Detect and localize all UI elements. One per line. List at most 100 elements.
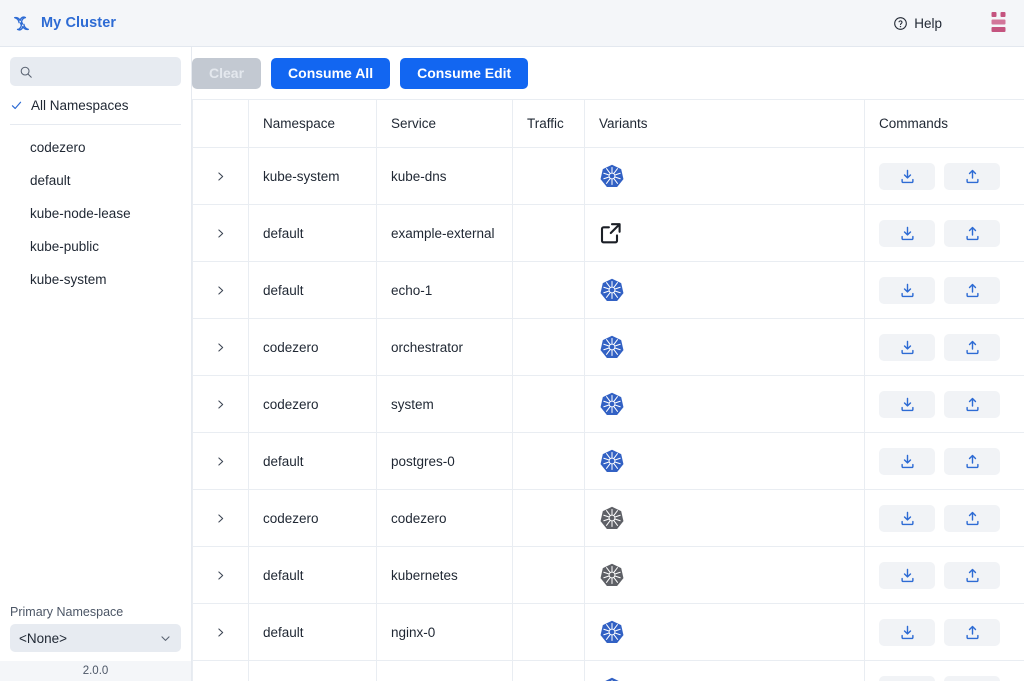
search-box[interactable]: [10, 57, 181, 86]
table-row[interactable]: codezero system: [192, 375, 1024, 433]
table-row[interactable]: defaultecho-headless: [192, 660, 1024, 681]
sidebar: All Namespaces codezero default kube-nod…: [0, 47, 192, 681]
upload-button[interactable]: [944, 447, 1000, 475]
brand[interactable]: My Cluster: [12, 14, 116, 33]
upload-button[interactable]: [944, 219, 1000, 247]
upload-button[interactable]: [944, 675, 1000, 681]
cell-traffic: [512, 489, 585, 547]
download-button[interactable]: [879, 219, 935, 247]
column-header-expand: [192, 99, 249, 148]
upload-button[interactable]: [944, 561, 1000, 589]
sidebar-item-namespace[interactable]: kube-node-lease: [0, 197, 191, 230]
row-expand-cell[interactable]: [192, 546, 249, 604]
download-button[interactable]: [879, 618, 935, 646]
sidebar-item-namespace[interactable]: kube-public: [0, 230, 191, 263]
cell-variants: [584, 489, 865, 547]
row-expand-cell[interactable]: [192, 660, 249, 681]
row-expand-cell[interactable]: [192, 603, 249, 661]
download-icon: [899, 339, 916, 356]
kubernetes-icon[interactable]: [599, 391, 864, 417]
kubernetes-icon[interactable]: [599, 334, 864, 360]
upload-button[interactable]: [944, 504, 1000, 532]
kubernetes-icon[interactable]: [599, 619, 864, 645]
download-button[interactable]: [879, 162, 935, 190]
chevron-right-icon[interactable]: [214, 284, 227, 297]
cell-commands: [864, 489, 1024, 547]
download-button[interactable]: [879, 675, 935, 681]
app-root: My Cluster Help All Namespaces codezero …: [0, 0, 1024, 681]
table-row[interactable]: codezero codezero: [192, 489, 1024, 547]
chevron-right-icon[interactable]: [214, 512, 227, 525]
table-row[interactable]: default example-external: [192, 204, 1024, 262]
sidebar-item-all-namespaces[interactable]: All Namespaces: [0, 86, 191, 124]
chevron-right-icon[interactable]: [214, 170, 227, 183]
download-button[interactable]: [879, 276, 935, 304]
upload-icon: [964, 168, 981, 185]
cell-variants: [584, 375, 865, 433]
row-expand-cell[interactable]: [192, 375, 249, 433]
row-expand-cell[interactable]: [192, 147, 249, 205]
kubernetes-icon[interactable]: [599, 277, 864, 303]
download-icon: [899, 396, 916, 413]
row-expand-cell[interactable]: [192, 204, 249, 262]
services-table-scroll[interactable]: Namespace Service Traffic Variants Comma…: [192, 99, 1024, 681]
table-row[interactable]: default postgres-0: [192, 432, 1024, 490]
table-row[interactable]: default kubernetes: [192, 546, 1024, 604]
spiral-logo-icon: [12, 14, 31, 33]
stacked-menu-icon[interactable]: [988, 9, 1010, 37]
chevron-right-icon[interactable]: [214, 398, 227, 411]
kubernetes-icon[interactable]: [599, 676, 864, 681]
consume-all-button[interactable]: Consume All: [271, 57, 391, 89]
external-link-icon[interactable]: [599, 221, 864, 245]
table-header-row: Namespace Service Traffic Variants Comma…: [192, 99, 1024, 148]
table-row[interactable]: default echo-1: [192, 261, 1024, 319]
cell-service: echo-headless: [376, 660, 513, 681]
row-expand-cell[interactable]: [192, 261, 249, 319]
download-icon: [899, 453, 916, 470]
search-input[interactable]: [40, 64, 172, 79]
chevron-right-icon[interactable]: [214, 626, 227, 639]
download-icon: [899, 225, 916, 242]
consume-edit-button[interactable]: Consume Edit: [400, 57, 529, 89]
chevron-right-icon[interactable]: [214, 341, 227, 354]
sidebar-item-namespace[interactable]: codezero: [0, 131, 191, 164]
namespace-label: default: [30, 173, 71, 188]
cell-namespace: default: [248, 261, 377, 319]
download-button[interactable]: [879, 390, 935, 418]
table-row[interactable]: codezero orchestrator: [192, 318, 1024, 376]
kubernetes-icon[interactable]: [599, 448, 864, 474]
clear-button[interactable]: Clear: [192, 57, 262, 89]
table-row[interactable]: default nginx-0: [192, 603, 1024, 661]
column-header-commands: Commands: [864, 99, 1024, 148]
chevron-right-icon[interactable]: [214, 455, 227, 468]
upload-button[interactable]: [944, 162, 1000, 190]
chevron-right-icon[interactable]: [214, 569, 227, 582]
download-icon: [899, 282, 916, 299]
sidebar-item-namespace[interactable]: kube-system: [0, 263, 191, 296]
row-expand-cell[interactable]: [192, 432, 249, 490]
upload-button[interactable]: [944, 276, 1000, 304]
primary-namespace-select[interactable]: <None>: [10, 624, 181, 652]
namespace-label: kube-public: [30, 239, 100, 254]
kubernetes-icon[interactable]: [599, 562, 864, 588]
chevron-right-icon[interactable]: [214, 227, 227, 240]
table-row[interactable]: kube-system kube-dns: [192, 147, 1024, 205]
upload-button[interactable]: [944, 333, 1000, 361]
row-expand-cell[interactable]: [192, 489, 249, 547]
help-button[interactable]: Help: [893, 16, 942, 31]
download-button[interactable]: [879, 561, 935, 589]
kubernetes-icon[interactable]: [599, 505, 864, 531]
table-body: kube-system kube-dns default example-extern…: [192, 147, 1024, 681]
primary-namespace-value: <None>: [19, 630, 68, 646]
upload-button[interactable]: [944, 618, 1000, 646]
row-expand-cell[interactable]: [192, 318, 249, 376]
download-button[interactable]: [879, 447, 935, 475]
cell-variants: [584, 318, 865, 376]
sidebar-item-namespace[interactable]: default: [0, 164, 191, 197]
upload-button[interactable]: [944, 390, 1000, 418]
download-button[interactable]: [879, 504, 935, 532]
download-button[interactable]: [879, 333, 935, 361]
kubernetes-icon[interactable]: [599, 163, 864, 189]
cell-commands: [864, 318, 1024, 376]
cell-service: kubernetes: [376, 546, 513, 604]
